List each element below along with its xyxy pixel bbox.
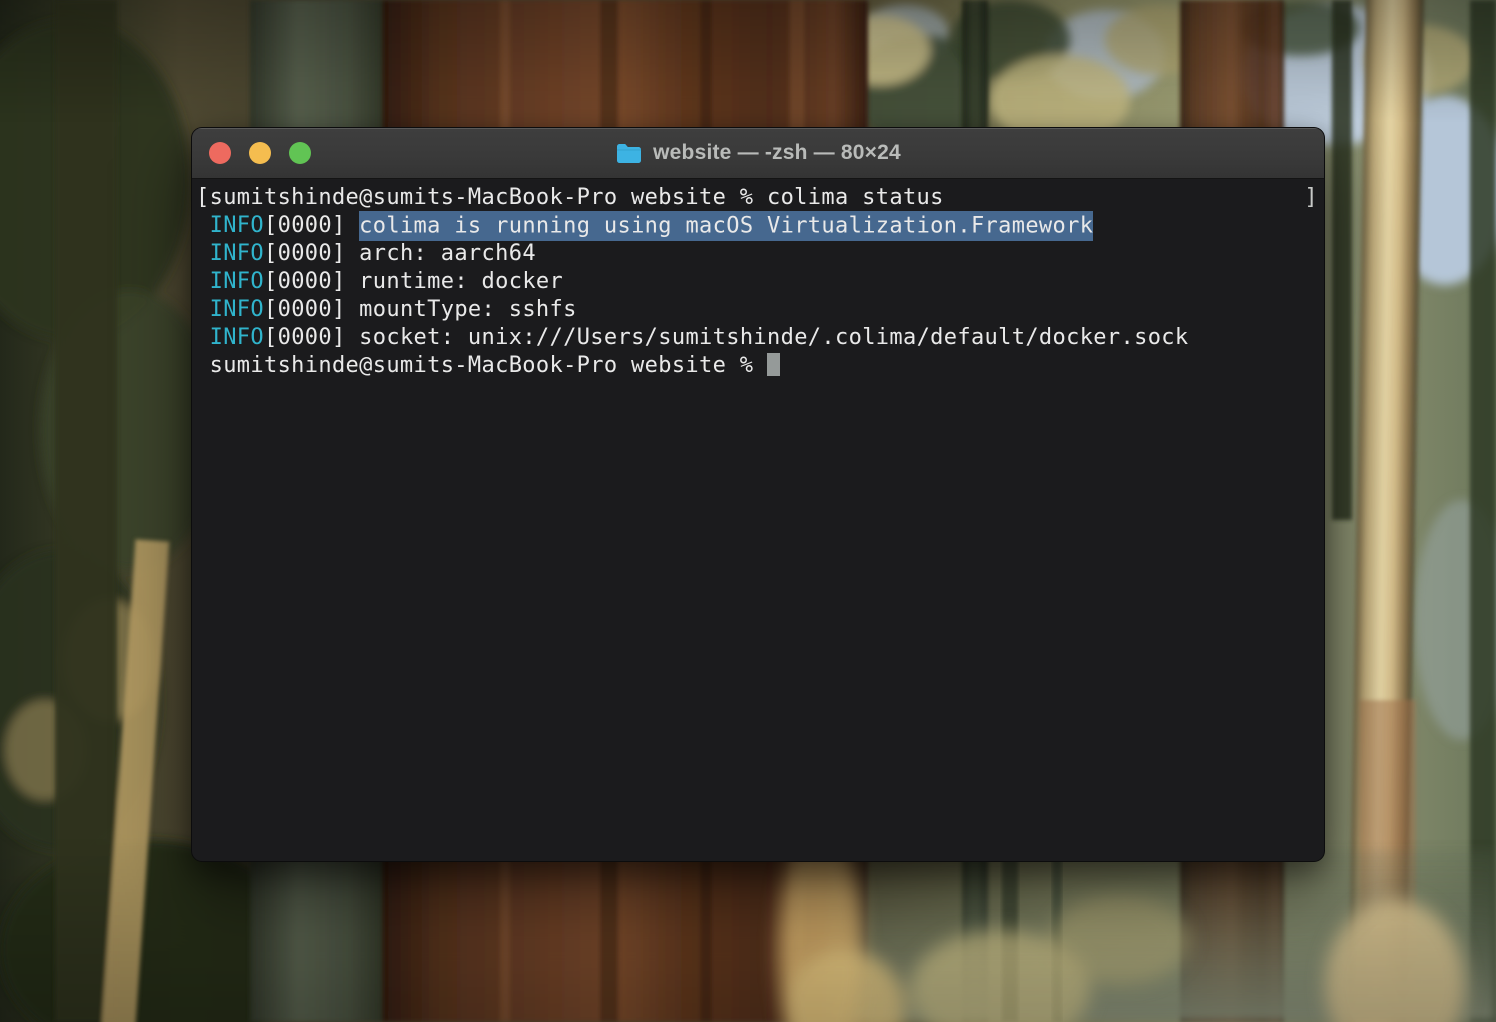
terminal-text (196, 297, 210, 322)
terminal-window: website — -zsh — 80×24 [sumitshinde@sumi… (191, 127, 1325, 862)
traffic-lights (209, 128, 311, 178)
terminal-text: runtime: docker (359, 269, 563, 294)
prompt-mark-right: ] (1304, 184, 1318, 212)
window-title: website — -zsh — 80×24 (653, 141, 901, 165)
terminal-text: [0000] (264, 213, 359, 238)
terminal-line: INFO[0000] colima is running using macOS… (196, 212, 1320, 240)
terminal-text: mountType: sshfs (359, 297, 577, 322)
close-button[interactable] (209, 142, 231, 164)
terminal-text (196, 269, 210, 294)
terminal-line: [sumitshinde@sumits-MacBook-Pro website … (196, 184, 1320, 212)
terminal-text: INFO (210, 213, 264, 238)
terminal-line: INFO[0000] mountType: sshfs (196, 296, 1320, 324)
terminal-text: socket: unix:///Users/sumitshinde/.colim… (359, 325, 1188, 350)
zoom-button[interactable] (289, 142, 311, 164)
terminal-line: INFO[0000] arch: aarch64 (196, 240, 1320, 268)
terminal-text (196, 241, 210, 266)
terminal-text: [0000] (264, 297, 359, 322)
desktop: website — -zsh — 80×24 [sumitshinde@sumi… (0, 0, 1496, 1022)
terminal-text (196, 213, 210, 238)
terminal-text: INFO (210, 241, 264, 266)
window-title-group: website — -zsh — 80×24 (615, 141, 901, 165)
terminal-output[interactable]: [sumitshinde@sumits-MacBook-Pro website … (192, 179, 1324, 385)
terminal-text: [0000] (264, 241, 359, 266)
terminal-line: INFO[0000] socket: unix:///Users/sumitsh… (196, 324, 1320, 352)
minimize-button[interactable] (249, 142, 271, 164)
terminal-cursor (767, 353, 780, 376)
terminal-text: sumitshinde@sumits-MacBook-Pro website % (196, 353, 767, 378)
selected-text[interactable]: colima is running using macOS Virtualiza… (359, 211, 1093, 241)
terminal-text: [0000] (264, 325, 359, 350)
terminal-text: [sumitshinde@sumits-MacBook-Pro website … (196, 185, 944, 210)
terminal-text: [0000] (264, 269, 359, 294)
terminal-text: INFO (210, 269, 264, 294)
window-titlebar[interactable]: website — -zsh — 80×24 (192, 128, 1324, 179)
terminal-text: INFO (210, 325, 264, 350)
terminal-line: INFO[0000] runtime: docker (196, 268, 1320, 296)
terminal-line: sumitshinde@sumits-MacBook-Pro website % (196, 352, 1320, 380)
terminal-text (196, 325, 210, 350)
terminal-text: INFO (210, 297, 264, 322)
folder-icon (615, 142, 643, 165)
terminal-text: arch: aarch64 (359, 241, 536, 266)
